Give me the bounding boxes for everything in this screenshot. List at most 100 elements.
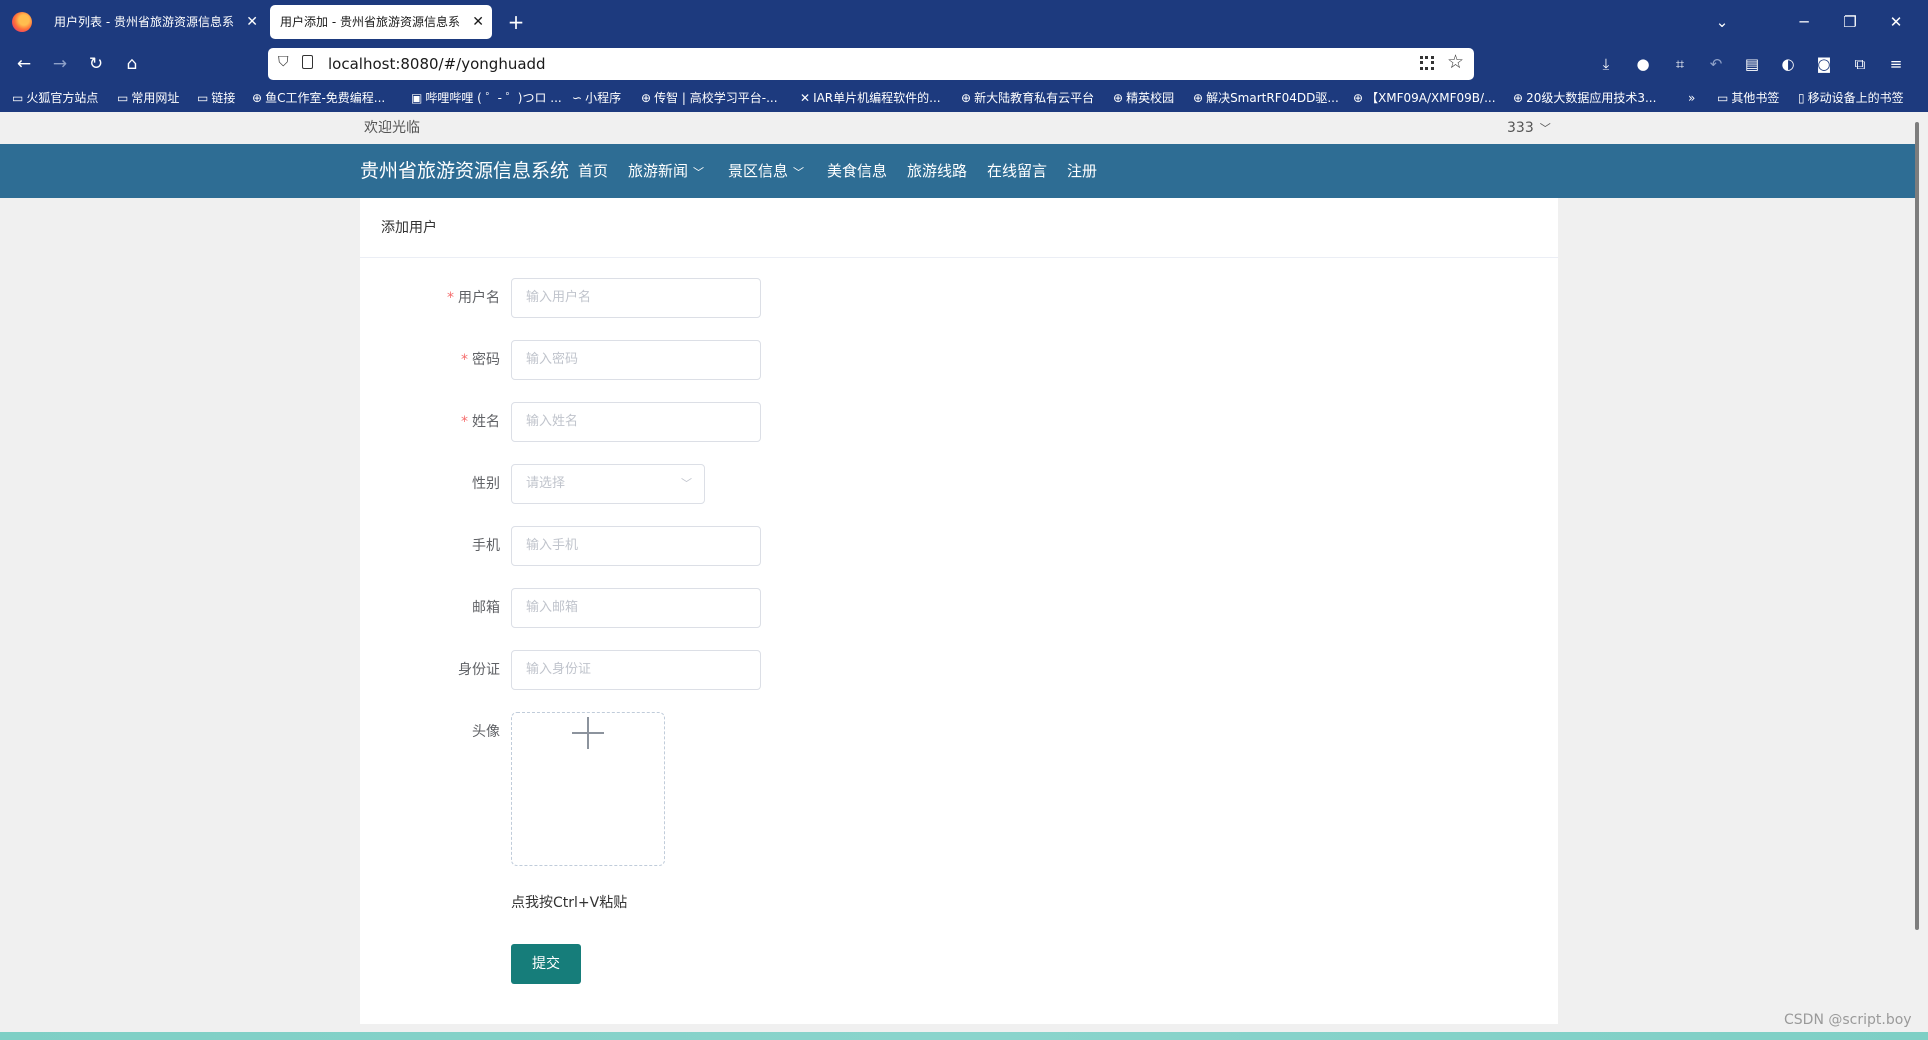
nav-scenic-info[interactable]: 景区信息 ﹀ [728, 144, 804, 200]
folder-icon: ▭ [117, 91, 129, 105]
select-placeholder: 请选择 [526, 476, 566, 491]
bookmark-label: 精英校园 [1126, 91, 1175, 105]
gender-label: 性别 [472, 476, 500, 492]
chevron-down-icon: ﹀ [1539, 122, 1551, 135]
card-title: 添加用户 [381, 220, 437, 236]
more-bookmarks-icon[interactable]: » [1688, 84, 1695, 112]
bookmark-item[interactable]: ⊕ 20级大数据应用技术3... [1513, 84, 1656, 112]
menu-icon[interactable]: ≡ [1882, 50, 1910, 78]
new-tab-icon[interactable]: + [502, 8, 530, 36]
puzzle-icon[interactable]: ⧉ [1846, 50, 1874, 78]
url-text[interactable]: localhost:8080/#/yonghuadd [328, 48, 546, 80]
bookmark-label: 哔哩哔哩 ( ゜- ゜)つロ ... [425, 91, 562, 105]
bookmark-item[interactable]: ⊕ 解决SmartRF04DD驱... [1193, 84, 1339, 112]
add-user-card: 添加用户 * 用户名 输入用户名 * 密码 输入密码 * 姓名 输入姓名 性别 请选择… [360, 198, 1558, 1024]
firefox-icon[interactable] [12, 12, 32, 32]
site-title[interactable]: 贵州省旅游资源信息系统 [360, 144, 569, 198]
nav-register[interactable]: 注册 [1067, 144, 1097, 198]
bookmark-label: 小程序 [585, 91, 622, 105]
bookmarks-bar: ▭ 火狐官方站点 ▭ 常用网址 ▭ 链接 ⊕ 鱼C工作室-免费编程... ▣ 哔哩哔哩 (… [0, 84, 1928, 112]
globe-icon: ⊕ [961, 91, 972, 105]
bookmark-item[interactable]: ∽ 小程序 [572, 84, 621, 112]
bookmark-label: 其他书签 [1731, 91, 1780, 105]
nav-label: 旅游新闻 [628, 162, 689, 180]
bookmark-item[interactable]: ✕ IAR单片机编程软件的... [800, 84, 941, 112]
qr-code-icon[interactable] [1420, 56, 1434, 70]
avatar-uploader[interactable] [511, 712, 665, 866]
bookmark-label: 解决SmartRF04DD驱... [1206, 91, 1339, 105]
bilibili-icon: ▣ [411, 91, 423, 105]
bookmark-item[interactable]: ▭ 其他书签 [1717, 84, 1779, 112]
avatar-label: 头像 [472, 724, 500, 740]
password-input[interactable]: 输入密码 [511, 340, 761, 380]
globe-icon: ⊕ [1513, 91, 1524, 105]
miniprogram-icon: ∽ [572, 91, 583, 105]
submit-button[interactable]: 提交 [511, 944, 581, 984]
restore-icon[interactable]: ❐ [1832, 8, 1868, 36]
email-input[interactable]: 输入邮箱 [511, 588, 761, 628]
bookmark-item[interactable]: ▭ 链接 [197, 84, 235, 112]
bookmark-item[interactable]: ⊕ 【XMF09A/XMF09B/... [1353, 84, 1496, 112]
nav-messages[interactable]: 在线留言 [987, 144, 1047, 198]
bookmark-label: 新大陆教育私有云平台 [974, 91, 1095, 105]
chevron-down-icon: ﹀ [793, 166, 805, 179]
nav-home[interactable]: 首页 [578, 144, 608, 198]
extension-icon[interactable]: ◐ [1774, 50, 1802, 78]
bookmark-item[interactable]: ⊕ 精英校园 [1113, 84, 1174, 112]
id-card-label: 身份证 [458, 662, 500, 678]
bookmark-star-icon[interactable]: ☆ [1447, 51, 1464, 73]
tab-user-list[interactable]: 用户列表 - 贵州省旅游资源信息系统 ✕ [44, 5, 266, 39]
reload-icon[interactable]: ↻ [82, 50, 110, 78]
bookmark-label: 【XMF09A/XMF09B/... [1366, 91, 1496, 105]
bookmark-item[interactable]: ⊕ 鱼C工作室-免费编程... [252, 84, 385, 112]
phone-input[interactable]: 输入手机 [511, 526, 761, 566]
window-close-icon[interactable]: ✕ [1878, 8, 1914, 36]
crop-icon[interactable]: ⌗ [1666, 50, 1694, 78]
address-bar[interactable]: ⛉ localhost:8080/#/yonghuadd ☆ [268, 48, 1474, 80]
label-text: 密码 [472, 352, 500, 368]
minimize-icon[interactable]: ─ [1786, 8, 1822, 36]
plus-icon [572, 717, 604, 749]
paste-hint[interactable]: 点我按Ctrl+V粘贴 [511, 892, 627, 912]
watermark: CSDN @script.boy [1784, 1012, 1912, 1028]
name-input[interactable]: 输入姓名 [511, 402, 761, 442]
nav-travel-routes[interactable]: 旅游线路 [907, 144, 967, 198]
gender-select[interactable]: 请选择 ﹀ [511, 464, 705, 504]
id-card-input[interactable]: 输入身份证 [511, 650, 761, 690]
bookmark-item[interactable]: ⊕ 新大陆教育私有云平台 [961, 84, 1094, 112]
bookmark-label: 20级大数据应用技术3... [1526, 91, 1657, 105]
globe-icon: ⊕ [1353, 91, 1364, 105]
forward-icon[interactable]: → [46, 50, 74, 78]
back-icon[interactable]: ← [10, 50, 38, 78]
bookmark-item[interactable]: ▯ 移动设备上的书签 [1798, 84, 1904, 112]
scrollbar[interactable] [1915, 122, 1919, 930]
bookmark-item[interactable]: ▭ 常用网址 [117, 84, 179, 112]
nav-travel-news[interactable]: 旅游新闻 ﹀ [628, 144, 704, 200]
label-text: 用户名 [458, 290, 500, 306]
undo-icon[interactable]: ↶ [1702, 50, 1730, 78]
close-icon[interactable]: ✕ [472, 5, 484, 39]
bookmark-item[interactable]: ▣ 哔哩哔哩 ( ゜- ゜)つロ ... [411, 84, 562, 112]
password-label: * 密码 [360, 340, 500, 380]
tab-user-add[interactable]: 用户添加 - 贵州省旅游资源信息系统 ✕ [270, 5, 492, 39]
reader-icon[interactable]: ▤ [1738, 50, 1766, 78]
bookmark-item[interactable]: ▭ 火狐官方站点 [12, 84, 98, 112]
bookmark-label: 鱼C工作室-免费编程... [265, 91, 386, 105]
tab-list-chevron-icon[interactable]: ⌄ [1704, 8, 1740, 36]
required-mark: * [447, 290, 454, 306]
extension-face-icon[interactable]: ◙ [1810, 50, 1838, 78]
username-input[interactable]: 输入用户名 [511, 278, 761, 318]
folder-icon: ▭ [197, 91, 209, 105]
bookmark-label: 火狐官方站点 [26, 91, 99, 105]
user-menu[interactable]: 333 ﹀ [1507, 112, 1551, 145]
extension-globe-icon[interactable]: ● [1629, 50, 1657, 78]
bookmark-label: 传智 | 高校学习平台-... [654, 91, 778, 105]
footer-strip [0, 1032, 1928, 1040]
bookmark-item[interactable]: ⊕ 传智 | 高校学习平台-... [641, 84, 778, 112]
home-icon[interactable]: ⌂ [118, 50, 146, 78]
download-icon[interactable]: ⤓ [1592, 50, 1620, 78]
shield-icon[interactable]: ⛉ [278, 54, 289, 70]
nav-food-info[interactable]: 美食信息 [827, 144, 887, 198]
browser-tab-bar: 用户列表 - 贵州省旅游资源信息系统 ✕ 用户添加 - 贵州省旅游资源信息系统 … [0, 0, 1928, 44]
close-icon[interactable]: ✕ [246, 5, 258, 39]
